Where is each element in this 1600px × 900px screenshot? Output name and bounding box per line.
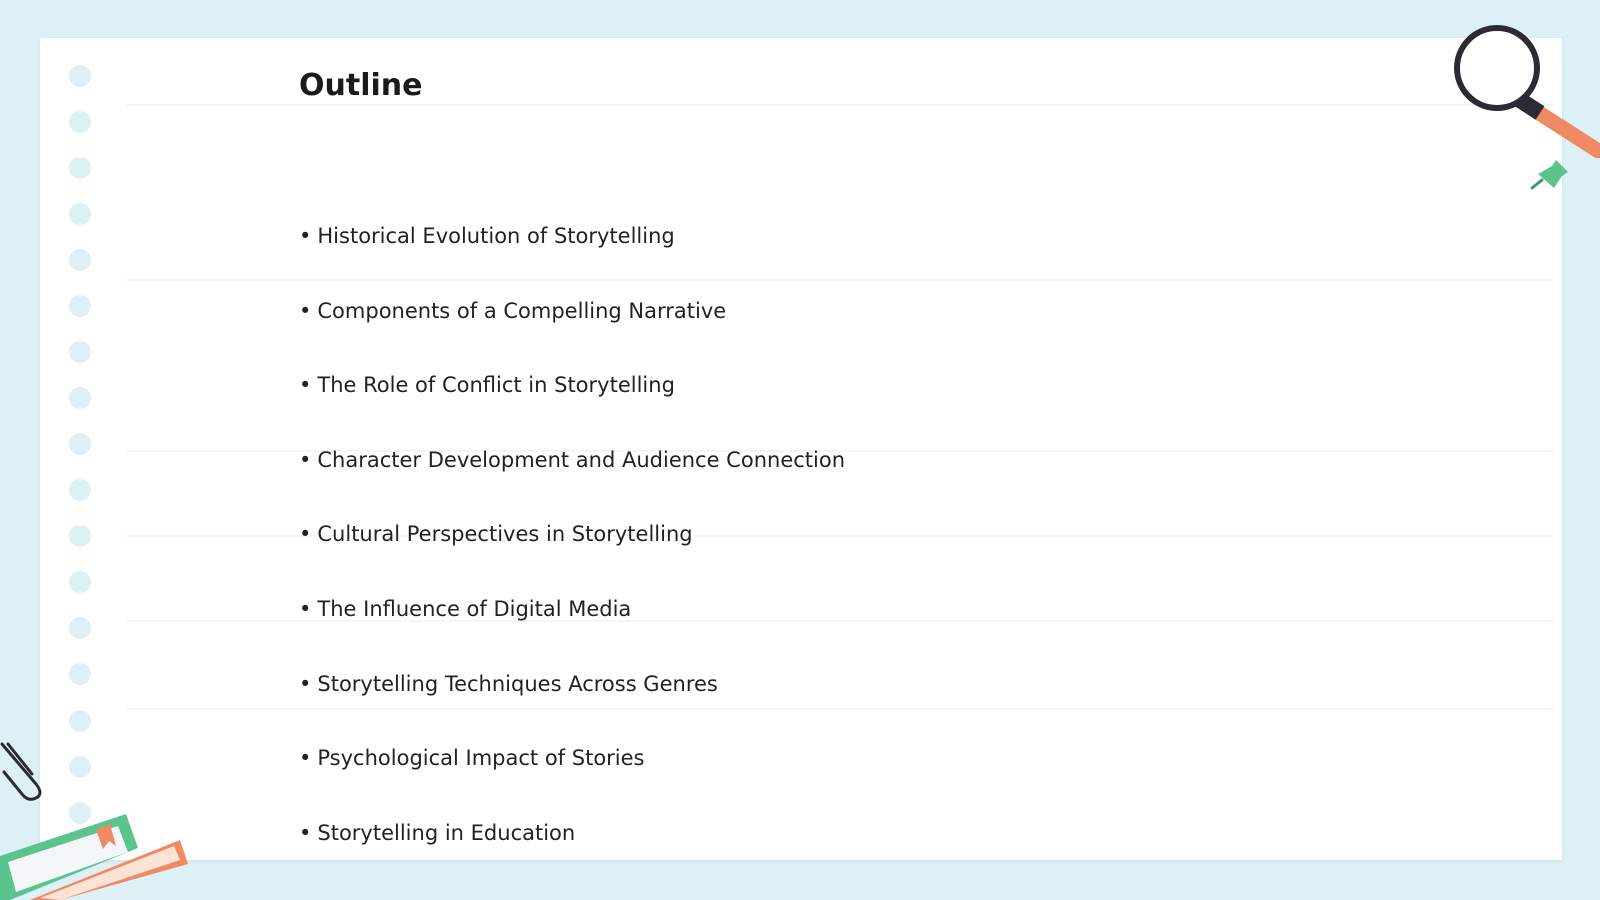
binder-hole (69, 249, 91, 271)
outline-item: • Storytelling in Education (299, 811, 845, 886)
outline-item: • Storytelling Techniques Across Genres (299, 662, 845, 737)
binder-hole (69, 111, 91, 133)
bullet-glyph: • (299, 224, 312, 248)
outline-item-text: Components of a Compelling Narrative (317, 298, 727, 323)
outline-item-text: Historical Evolution of Storytelling (317, 224, 675, 248)
binder-hole (69, 295, 91, 317)
outline-item-text: Storytelling Techniques Across Genres (317, 671, 718, 696)
outline-item: • Cultural Perspectives in Storytelling (299, 512, 845, 587)
binder-hole (69, 203, 91, 225)
push-pin-icon (1530, 160, 1568, 190)
binder-hole (69, 663, 91, 685)
outline-item-text: The Influence of Digital Media (317, 596, 632, 621)
binder-hole (69, 341, 91, 363)
binder-hole (69, 387, 91, 409)
outline-item-text: Character Development and Audience Conne… (317, 447, 846, 472)
binder-hole (69, 479, 91, 501)
binder-hole (69, 525, 91, 547)
outline-item: • Character Development and Audience Conn… (299, 438, 845, 513)
binder-hole (69, 571, 91, 593)
outline-item: • Psychological Impact of Stories (299, 736, 845, 811)
outline-item: • Historical Evolution of Storytelling (299, 214, 845, 289)
binder-hole (69, 756, 91, 778)
bullet-glyph: • (299, 298, 312, 323)
outline-item: • The Influence of Digital Media (299, 587, 845, 662)
books-icon (0, 814, 188, 900)
binder-hole (69, 65, 91, 87)
outline-item-text: Storytelling in Education (317, 820, 576, 845)
outline-item-text: Cultural Perspectives in Storytelling (317, 522, 693, 547)
bullet-glyph: • (299, 596, 312, 621)
bullet-glyph: • (299, 671, 312, 696)
outline-item-text: The Role of Conflict in Storytelling (317, 373, 675, 398)
binder-hole (69, 157, 91, 179)
outline-item-text: Psychological Impact of Stories (317, 746, 645, 771)
outline-item: • Components of a Compelling Narrative (299, 289, 845, 364)
binder-hole (69, 617, 91, 639)
bullet-glyph: • (299, 522, 312, 547)
binder-hole (69, 710, 91, 732)
slide-title: Outline (299, 68, 423, 103)
paper-clip-icon (0, 742, 42, 801)
magnifying-glass-icon (1454, 25, 1600, 158)
outline-list: • Historical Evolution of Storytelling • Co… (299, 214, 845, 885)
bullet-glyph: • (299, 820, 312, 845)
bullet-glyph: • (299, 447, 312, 472)
outline-item: • The Role of Conflict in Storytelling (299, 363, 845, 438)
binder-hole (69, 433, 91, 455)
bullet-glyph: • (299, 373, 312, 398)
bullet-glyph: • (299, 746, 312, 771)
